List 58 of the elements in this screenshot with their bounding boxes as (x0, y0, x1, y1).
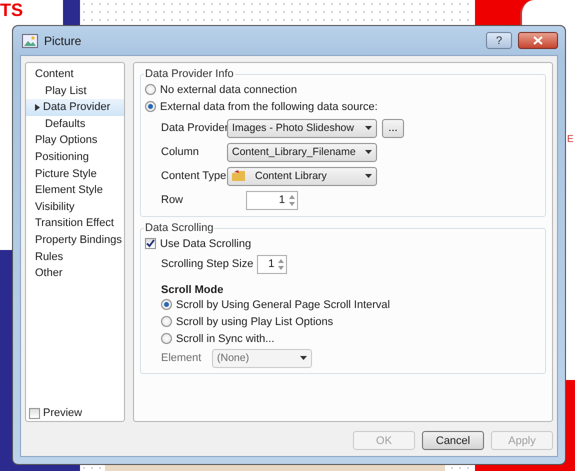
logo-text: TS (0, 0, 24, 20)
dropdown-arrow-icon (365, 174, 372, 178)
sidebar-item[interactable]: Other (26, 265, 124, 282)
group-title: Data Provider Info (144, 68, 235, 80)
field-label: Scrolling Step Size (161, 258, 254, 270)
field-label: Row (161, 194, 184, 206)
caret-icon (35, 104, 40, 111)
dropdown-arrow-icon (365, 150, 372, 154)
folder-icon (232, 170, 246, 182)
sidebar-item[interactable]: Transition Effect (26, 215, 124, 232)
radio-button[interactable] (161, 333, 172, 344)
sidebar-item[interactable]: Defaults (26, 116, 124, 132)
radio-button[interactable] (145, 84, 156, 95)
radio-label: No external data connection (160, 84, 297, 96)
field-label: Element (161, 352, 202, 364)
sidebar-item[interactable]: Picture Style (26, 166, 124, 182)
field-label: Content Type (161, 170, 227, 182)
checkbox[interactable] (29, 408, 40, 418)
sidebar-item[interactable]: Element Style (26, 182, 124, 199)
help-button[interactable]: ? (486, 32, 512, 49)
group-title: Data Scrolling (144, 222, 214, 234)
close-button[interactable] (518, 32, 558, 49)
radio-button[interactable] (145, 101, 156, 112)
sidebar-item[interactable]: Rules (26, 248, 124, 266)
dropdown[interactable]: Content_Library_Filename (227, 142, 377, 162)
radio-label: Scroll by using Play List Options (176, 316, 334, 328)
background-text: E (567, 134, 574, 145)
sidebar-item[interactable]: Visibility (26, 198, 124, 216)
checkbox-label: Use Data Scrolling (160, 238, 252, 250)
dropdown-arrow-icon (365, 126, 372, 130)
dropdown[interactable]: Images - Photo Slideshow (227, 118, 377, 138)
checkbox[interactable] (145, 238, 156, 249)
radio-button[interactable] (161, 316, 172, 327)
checkbox-label: Preview (43, 407, 82, 419)
browse-button[interactable]: ... (382, 118, 404, 138)
spinner-arrows-icon (277, 256, 286, 272)
section-heading: Scroll Mode (161, 284, 224, 296)
window-title: Picture (44, 34, 82, 48)
field-label: Data Provider (161, 122, 227, 134)
spinner-field[interactable]: 1 (246, 190, 298, 210)
spinner-arrows-icon (288, 192, 296, 208)
sidebar-item[interactable]: Property Bindings (26, 232, 124, 249)
radio-label: Scroll by Using General Page Scroll Interval (176, 298, 390, 310)
sidebar-item[interactable]: Positioning (26, 148, 124, 166)
sidebar-item[interactable]: Data Provider (26, 99, 124, 116)
dropdown[interactable]: Content Library (227, 166, 377, 186)
radio-label: External data from the following data source: (160, 100, 378, 112)
sidebar-item[interactable]: Content (26, 66, 124, 83)
dropdown-arrow-icon (300, 356, 307, 360)
picture-icon (22, 34, 38, 48)
radio-button[interactable] (161, 299, 172, 310)
sidebar-item[interactable]: Play Options (26, 132, 124, 149)
dialog-button[interactable]: Cancel (422, 431, 484, 450)
radio-label: Scroll in Sync with... (176, 332, 274, 344)
close-icon (533, 36, 543, 45)
spinner-field[interactable]: 1 (257, 254, 288, 274)
sidebar-item[interactable]: Play List (26, 82, 124, 100)
field-label: Column (161, 146, 200, 158)
